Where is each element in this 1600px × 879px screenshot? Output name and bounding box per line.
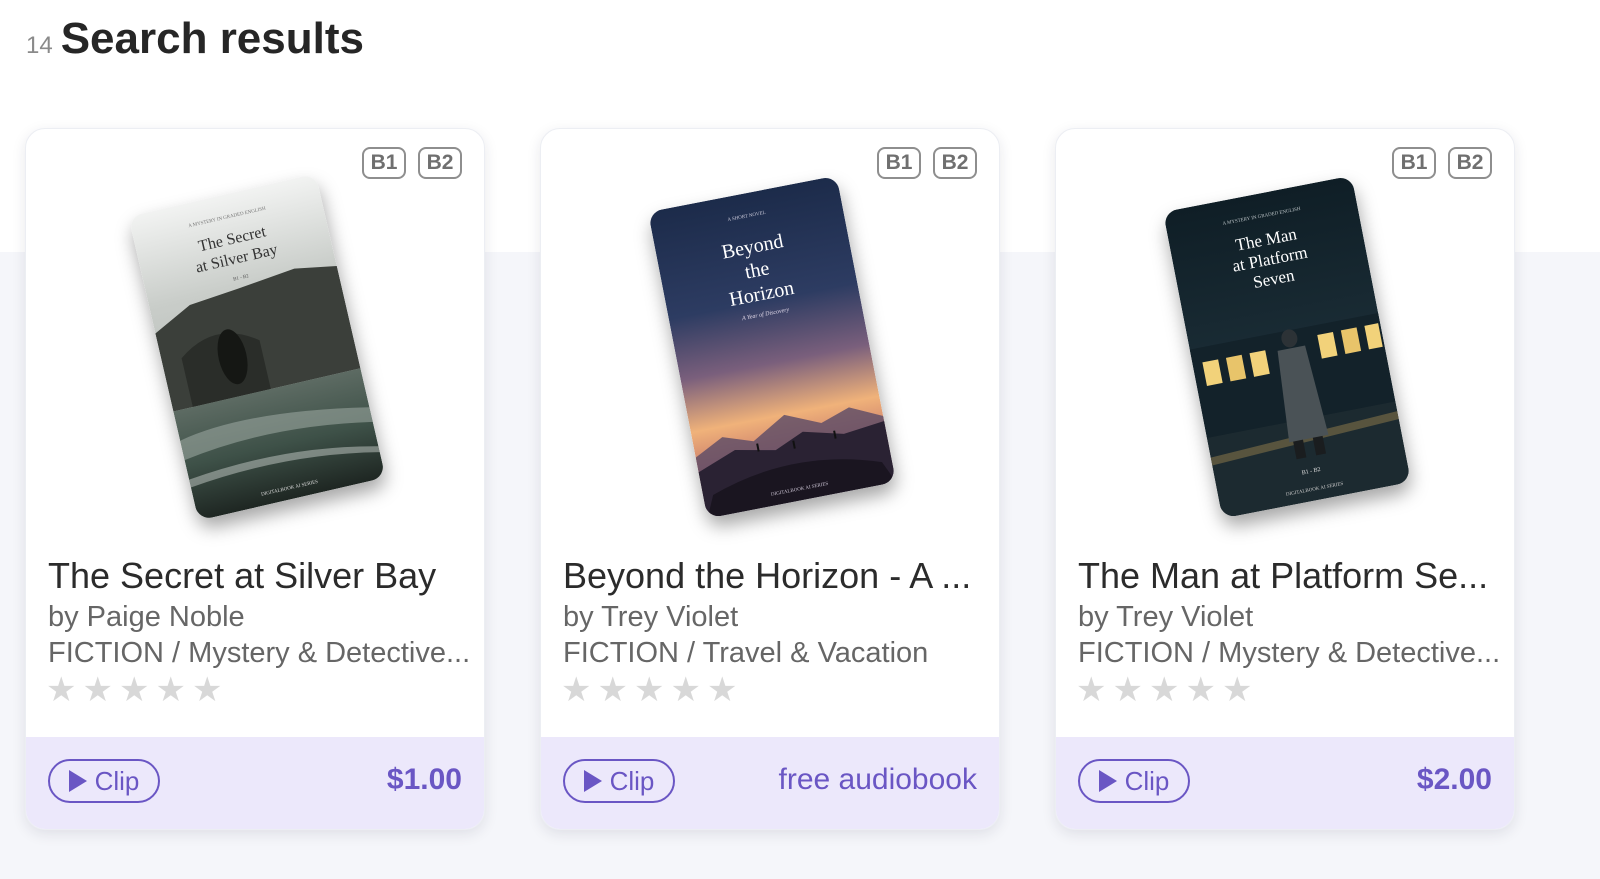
book-card[interactable]: B1 B2 A MYSTERY IN GRADED ENGLISH The Ma… [1055,128,1515,830]
book-title[interactable]: Beyond the Horizon - A ... [563,555,983,597]
star-icon: ★ [670,671,701,709]
play-icon [68,770,87,792]
level-badge: B2 [1448,147,1492,179]
star-icon: ★ [82,671,113,709]
page-title: Search results [60,14,364,63]
level-badges: B1 B2 [1392,147,1492,179]
book-author: by Trey Violet [1078,601,1254,633]
star-icon: ★ [1076,671,1107,709]
level-badge: B1 [877,147,921,179]
book-title[interactable]: The Secret at Silver Bay [48,555,468,597]
book-card[interactable]: B1 B2 A SHORT NOVEL Beyond the Horizon A… [540,128,1000,830]
star-rating: ★ ★ ★ ★ ★ [561,673,737,707]
book-card[interactable]: B1 B2 A MYSTERY IN GRADED ENGLISH The Se… [25,128,485,830]
star-icon: ★ [191,671,223,709]
level-badge: B2 [418,147,462,179]
book-author: by Paige Noble [48,601,245,633]
book-cover[interactable]: A MYSTERY IN GRADED ENGLISH The Secret a… [128,173,386,521]
level-badges: B1 B2 [877,147,977,179]
star-rating: ★ ★ ★ ★ ★ [1076,673,1252,707]
book-category: FICTION / Mystery & Detective... [48,637,468,669]
book-category: FICTION / Travel & Vacation [563,637,929,669]
star-icon: ★ [46,671,77,709]
star-icon: ★ [706,671,738,709]
cover-title-line: the [743,257,771,283]
star-icon: ★ [118,671,150,709]
star-icon: ★ [633,671,665,709]
book-author: by Trey Violet [563,601,739,633]
star-icon: ★ [1112,671,1143,709]
star-icon: ★ [1148,671,1180,709]
clip-button[interactable]: Clip [1078,759,1190,803]
star-icon: ★ [155,671,186,709]
clip-button[interactable]: Clip [563,759,675,803]
card-footer: Clip $1.00 [26,737,484,829]
play-icon [583,770,602,792]
level-badges: B1 B2 [362,147,462,179]
results-count: 14 [26,32,53,59]
price-label[interactable]: $1.00 [387,763,462,797]
star-icon: ★ [597,671,628,709]
price-label[interactable]: $2.00 [1417,763,1492,797]
star-icon: ★ [1185,671,1216,709]
book-category: FICTION / Mystery & Detective... [1078,637,1498,669]
play-icon [1098,770,1117,792]
level-badge: B2 [933,147,977,179]
star-icon: ★ [561,671,592,709]
clip-label: Clip [1124,765,1170,796]
results-header: 14 Search results [26,14,364,64]
clip-button[interactable]: Clip [48,759,160,803]
level-badge: B1 [1392,147,1436,179]
book-cover[interactable]: A MYSTERY IN GRADED ENGLISH The Man at P… [1162,175,1412,519]
book-cover[interactable]: A SHORT NOVEL Beyond the Horizon A Year … [647,175,897,519]
book-title[interactable]: The Man at Platform Se... [1078,555,1498,597]
card-footer: Clip $2.00 [1056,737,1514,829]
clip-label: Clip [609,765,655,796]
star-icon: ★ [1221,671,1253,709]
star-rating: ★ ★ ★ ★ ★ [46,673,222,707]
card-footer: Clip free audiobook [541,737,999,829]
level-badge: B1 [362,147,406,179]
price-label[interactable]: free audiobook [779,763,978,797]
clip-label: Clip [94,765,140,796]
